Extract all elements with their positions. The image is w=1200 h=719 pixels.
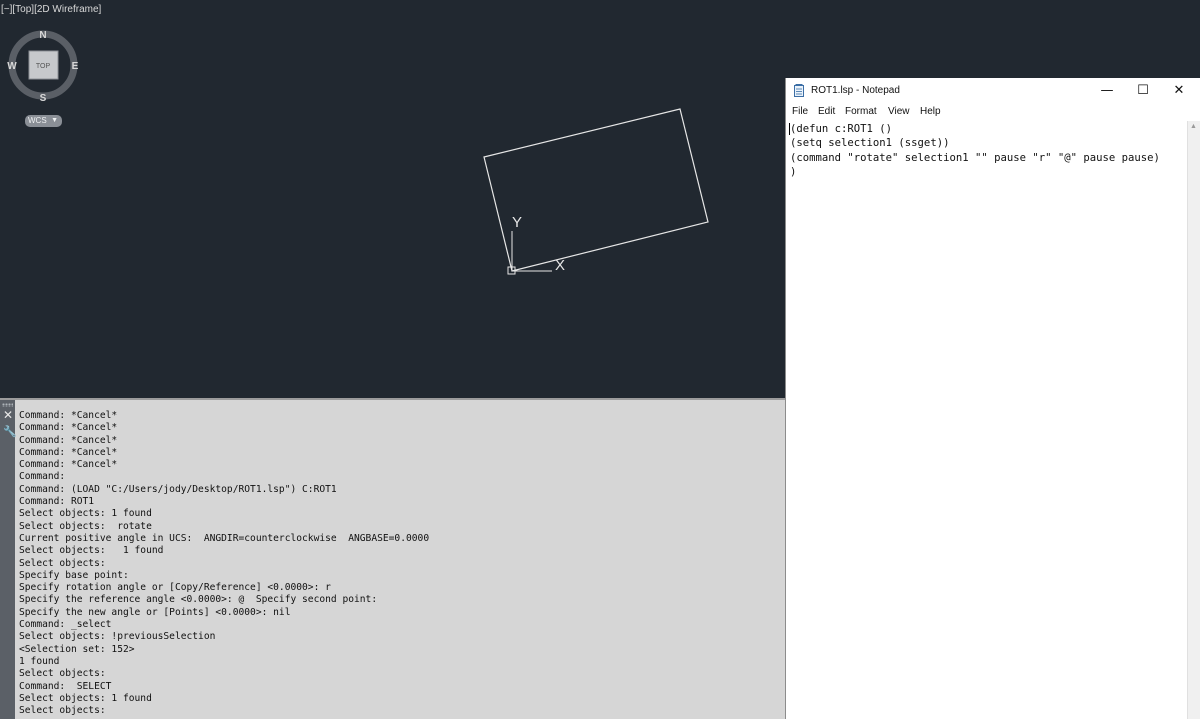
command-history-line: Command: *Cancel* xyxy=(19,410,118,421)
command-history-line: Select objects: 1 found xyxy=(19,545,164,557)
notepad-icon xyxy=(794,84,804,97)
command-history-line: Specify the reference angle <0.0000>: @ … xyxy=(19,594,378,606)
maximize-button[interactable]: ☐ xyxy=(1128,81,1158,101)
menu-help[interactable]: Help xyxy=(920,106,941,117)
command-history-line: Select objects: 1 found xyxy=(19,508,152,520)
command-history-line: Specify base point: xyxy=(19,569,129,581)
command-history-line: Command: *Cancel* xyxy=(19,446,118,458)
command-history-line: Command: xyxy=(19,471,66,483)
notepad-text-area[interactable]: (defun c:ROT1 () (setq selection1 (ssget)… xyxy=(786,121,1187,719)
rotated-rectangle[interactable] xyxy=(483,108,709,272)
notepad-title: ROT1.lsp - Notepad xyxy=(811,85,900,96)
ucs-x-label: X xyxy=(555,257,565,274)
command-history-line: Command: SELECT xyxy=(19,680,112,692)
notepad-menubar: File Edit Format View Help xyxy=(786,103,1200,121)
scroll-up-icon[interactable]: ▲ xyxy=(1190,123,1197,130)
menu-view[interactable]: View xyxy=(888,106,910,117)
code-line: (defun c:ROT1 () xyxy=(790,123,893,135)
command-history-line: Command: *Cancel* xyxy=(19,422,118,434)
command-history-line: Command: (LOAD "C:/Users/jody/Desktop/RO… xyxy=(19,483,337,495)
code-line: ) xyxy=(790,166,797,179)
code-line: (setq selection1 (ssget)) xyxy=(790,137,950,150)
command-history-line: Specify the new angle or [Points] <0.000… xyxy=(19,606,291,618)
command-history-line: Specify rotation angle or [Copy/Referenc… xyxy=(19,582,331,594)
minimize-button[interactable]: — xyxy=(1092,81,1122,101)
command-history-line: Select objects: !previousSelection xyxy=(19,631,216,643)
command-history-list: Command: *Cancel* Command: *Cancel* Comman… xyxy=(19,410,779,717)
code-line: (command "rotate" selection1 "" pause "r… xyxy=(790,151,1160,164)
command-history-line: Command: _select xyxy=(19,619,112,631)
menu-format[interactable]: Format xyxy=(845,106,877,117)
command-line-history[interactable]: ✕ 🔧 Command: *Cancel* Command: *Cancel* Co… xyxy=(0,398,785,719)
lisp-code: (defun c:ROT1 () (setq selection1 (ssget)… xyxy=(790,122,1160,180)
command-history-line: Command: ROT1 xyxy=(19,496,95,508)
menu-file[interactable]: File xyxy=(792,106,808,117)
command-history-line: Command: *Cancel* xyxy=(19,459,118,471)
command-history-line: Select objects: xyxy=(19,668,106,680)
notepad-titlebar[interactable]: ROT1.lsp - Notepad — ☐ ✕ xyxy=(786,78,1200,103)
ucs-y-label: Y xyxy=(512,214,522,231)
drag-grip-icon[interactable] xyxy=(2,403,13,407)
menu-edit[interactable]: Edit xyxy=(818,106,835,117)
command-history-line: <Selection set: 152> xyxy=(19,643,135,655)
command-history-line: Select objects: rotate xyxy=(19,520,152,532)
command-history-line: Command: *Cancel* xyxy=(19,434,118,446)
drawing-area[interactable]: Y X xyxy=(0,0,785,398)
notepad-window[interactable]: ROT1.lsp - Notepad — ☐ ✕ File Edit Forma… xyxy=(785,78,1200,719)
command-history-line: Select objects: xyxy=(19,557,106,569)
command-history-line: 1 found xyxy=(19,655,60,667)
command-line-sidebar: ✕ 🔧 xyxy=(0,400,17,719)
close-button[interactable]: ✕ xyxy=(1164,81,1194,101)
command-history-line: Select objects: 1 found xyxy=(19,692,152,704)
vertical-scrollbar[interactable]: ▲ xyxy=(1187,121,1200,719)
wrench-icon[interactable]: 🔧 xyxy=(3,427,17,438)
command-history-line: Select objects: xyxy=(19,705,106,717)
command-history-line: Current positive angle in UCS: ANGDIR=co… xyxy=(19,532,430,544)
close-icon[interactable]: ✕ xyxy=(3,409,13,421)
